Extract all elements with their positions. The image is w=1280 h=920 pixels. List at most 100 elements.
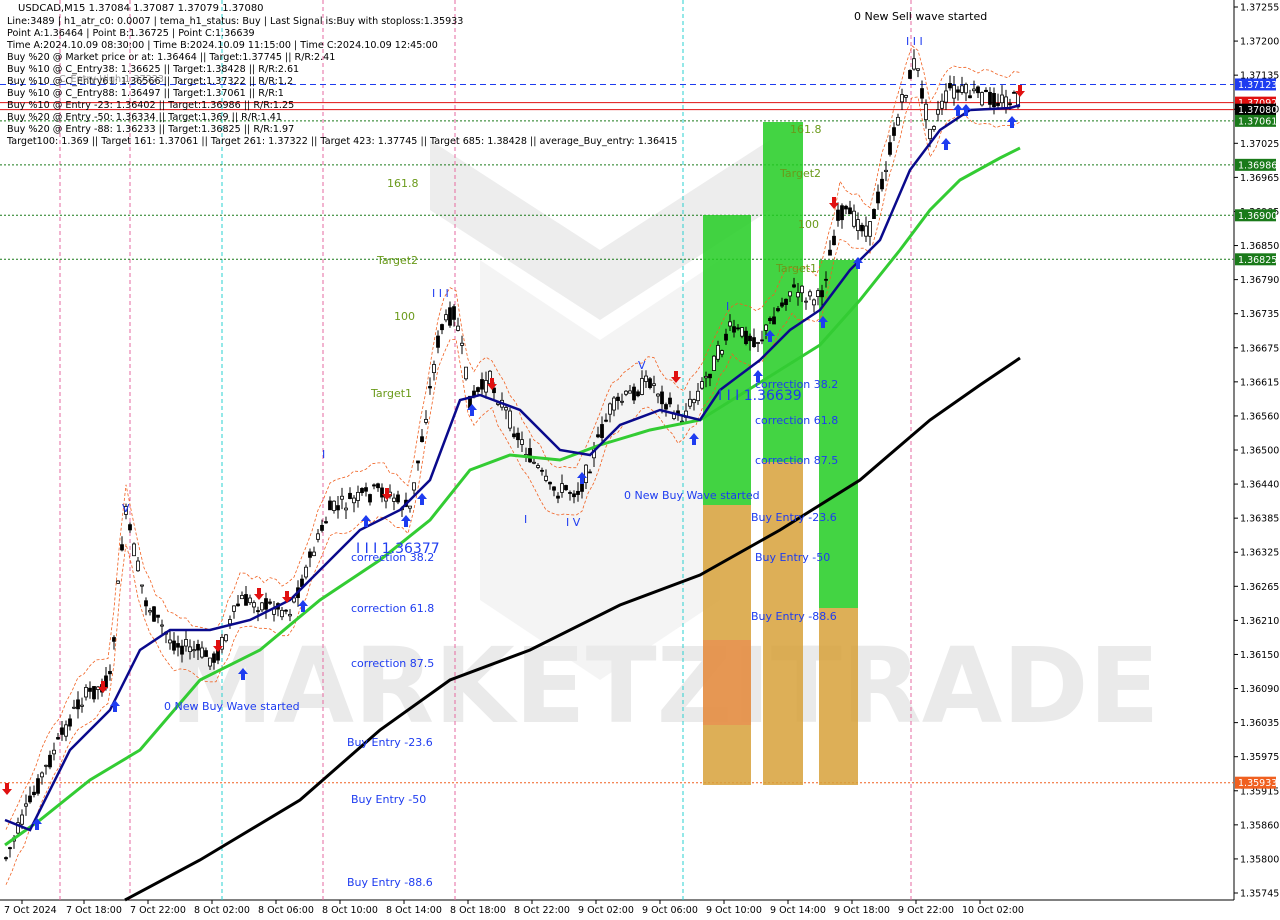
x-tick-label: 9 Oct 10:00	[706, 905, 762, 916]
chart-annotation: 161.8	[387, 177, 419, 190]
x-tick-label: 8 Oct 10:00	[322, 905, 378, 916]
chart-annotation: I	[726, 300, 729, 313]
candle-body	[948, 83, 952, 89]
candle-body	[544, 475, 548, 481]
candle-body	[636, 391, 640, 397]
y-tick-label: 1.36440	[1240, 480, 1279, 491]
candle-body	[168, 639, 172, 644]
candle-body	[924, 103, 928, 121]
candle-body	[964, 83, 968, 94]
y-tick-label: 1.35860	[1240, 820, 1279, 831]
candle-body	[48, 754, 52, 768]
candle-body	[480, 379, 484, 390]
candle-body	[648, 378, 652, 388]
candle-body	[600, 424, 604, 438]
candle-body	[796, 292, 800, 298]
candle-body	[304, 566, 308, 578]
candle-body	[160, 624, 164, 627]
candle-body	[912, 58, 916, 70]
price-label: 1.37080	[1238, 105, 1277, 116]
candle-body	[856, 219, 860, 232]
candle-body	[588, 471, 592, 474]
zone-orange-3	[819, 608, 858, 785]
candle-body	[120, 544, 124, 551]
candle-body	[892, 127, 896, 136]
candle-body	[952, 84, 956, 99]
candle-body	[112, 637, 116, 642]
x-axis: 7 Oct 2024 7 Oct 18:00 7 Oct 22:00 8 Oct 02…	[4, 900, 1024, 916]
candle-body	[984, 89, 988, 93]
candle-body	[764, 324, 768, 331]
chart-annotation: correction 87.5	[755, 454, 838, 467]
candle-body	[64, 724, 68, 737]
candle-body	[344, 507, 348, 511]
candle-body	[244, 594, 248, 606]
candle-body	[804, 300, 808, 303]
candle-body	[712, 355, 716, 371]
symbol-line: USDCAD,M15 1.37084 1.37087 1.37079 1.370…	[18, 3, 264, 14]
candle-body	[144, 600, 148, 607]
y-tick-label: 1.36210	[1240, 616, 1279, 627]
candle-body	[288, 613, 292, 617]
candle-body	[28, 795, 32, 803]
candle-body	[72, 706, 76, 709]
candle-body	[624, 390, 628, 395]
candle-body	[876, 191, 880, 204]
candle-body	[308, 551, 312, 558]
y-tick-label: 1.36500	[1240, 446, 1279, 457]
candle-body	[860, 224, 864, 232]
chart-annotation: 0 New Buy Wave started	[624, 489, 760, 502]
candle-body	[540, 469, 544, 472]
candle-body	[408, 505, 412, 509]
candle-body	[392, 497, 396, 502]
candle-body	[716, 345, 720, 360]
candle-body	[136, 560, 140, 572]
candle-body	[1004, 96, 1008, 109]
chart-annotation: 100	[798, 218, 819, 231]
candle-body	[132, 543, 136, 557]
candle-body	[868, 221, 872, 237]
y-tick-label: 1.35800	[1240, 854, 1279, 865]
candle-body	[732, 326, 736, 333]
y-tick-label: 1.36035	[1240, 718, 1279, 729]
candle-body	[176, 643, 180, 648]
candle-body	[332, 500, 336, 511]
candle-body	[396, 494, 400, 503]
candle-body	[824, 278, 828, 281]
y-axis: 1.372551.372001.371351.370801.370251.369…	[1234, 3, 1279, 900]
candle-body	[360, 488, 364, 494]
candle-body	[424, 418, 428, 423]
y-tick-label: 1.37025	[1240, 139, 1279, 150]
candle-body	[564, 485, 568, 491]
zone-overlay	[703, 640, 751, 725]
candle-body	[536, 465, 540, 468]
candle-body	[900, 94, 904, 103]
x-tick-label: 8 Oct 06:00	[258, 905, 314, 916]
candle-body	[852, 210, 856, 227]
candle-body	[192, 649, 196, 652]
y-tick-label: 1.36615	[1240, 377, 1279, 388]
chart-annotation: 0 New Buy Wave started	[164, 700, 300, 713]
candle-body	[456, 325, 460, 331]
candle-body	[708, 373, 712, 379]
candle-body	[448, 307, 452, 326]
candle-body	[148, 610, 152, 613]
candle-body	[152, 606, 156, 622]
candle-body	[512, 433, 516, 438]
candle-body	[972, 88, 976, 92]
watermark-text: MARKETZITRADE	[170, 625, 1160, 747]
chart-annotation: correction 87.5	[351, 657, 434, 670]
candle-body	[372, 484, 376, 487]
candle-body	[24, 803, 28, 807]
candle-body	[348, 492, 352, 499]
candle-body	[832, 235, 836, 246]
candle-body	[620, 400, 624, 403]
candle-body	[736, 327, 740, 330]
y-tick-label: 1.36735	[1240, 309, 1279, 320]
candle-body	[740, 327, 744, 337]
candle-body	[60, 727, 64, 735]
candle-body	[904, 95, 908, 98]
candle-body	[628, 390, 632, 394]
candle-body	[208, 657, 212, 667]
candle-body	[936, 109, 940, 115]
